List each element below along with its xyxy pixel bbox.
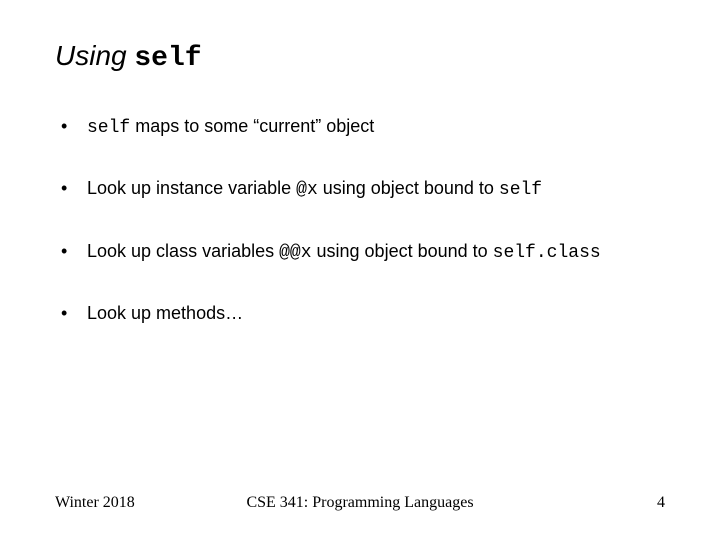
bullet-item: self maps to some “current” object — [55, 114, 665, 140]
code-span: @x — [296, 180, 318, 200]
text-span: Look up instance variable — [87, 178, 296, 198]
bullet-item: Look up methods… — [55, 301, 665, 325]
text-span: Look up class variables — [87, 241, 279, 261]
footer: Winter 2018 CSE 341: Programming Languag… — [55, 494, 665, 512]
title-code: self — [134, 43, 201, 74]
slide-title: Using self — [55, 40, 665, 74]
text-span: maps to some “current” object — [130, 116, 374, 136]
bullet-list: self maps to some “current” object Look … — [55, 114, 665, 325]
title-prefix: Using — [55, 40, 134, 71]
code-span: self.class — [493, 243, 601, 263]
code-span: self — [87, 118, 130, 138]
bullet-item: Look up instance variable @x using objec… — [55, 176, 665, 202]
code-span: self — [499, 180, 542, 200]
text-span: using object bound to — [318, 178, 499, 198]
text-span: using object bound to — [312, 241, 493, 261]
slide: Using self self maps to some “current” o… — [0, 0, 720, 540]
bullet-item: Look up class variables @@x using object… — [55, 239, 665, 265]
footer-course: CSE 341: Programming Languages — [55, 494, 665, 512]
code-span: @@x — [279, 243, 311, 263]
text-span: Look up methods… — [87, 303, 243, 323]
